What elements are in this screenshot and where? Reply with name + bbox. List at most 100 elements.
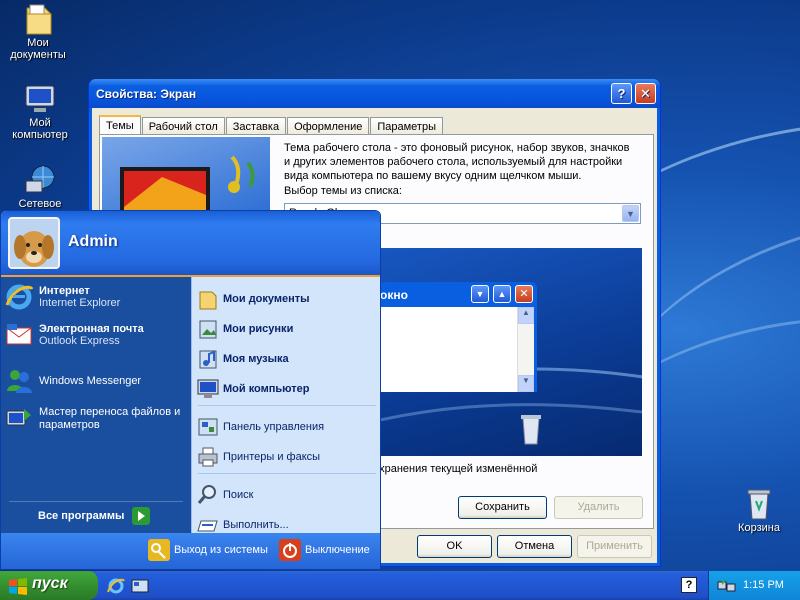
start-item-label: Мои документы [223,293,310,305]
desktop-icon-recycle-bin[interactable]: Корзина [724,487,794,534]
theme-thumbnail [102,137,270,215]
start-item-title: Windows Messenger [39,375,142,387]
my-computer-icon [23,82,57,114]
taskbar: пуск ? 1:15 PM [0,571,800,600]
arrow-right-icon [132,507,151,525]
internet-explorer-icon[interactable] [106,576,126,596]
start-item-messenger[interactable]: Windows Messenger [4,367,141,395]
delete-theme-button[interactable]: Удалить [554,496,643,519]
start-item-label: Принтеры и факсы [223,451,321,463]
user-avatar[interactable] [8,217,60,269]
start-item-printers[interactable]: Принтеры и факсы [196,445,320,469]
start-menu-footer: Выход из системы Выключение [1,533,380,569]
all-programs-button[interactable]: Все программы [38,505,151,527]
my-pictures-icon [196,317,220,341]
help-button[interactable]: ? [611,83,632,104]
my-computer-icon [196,377,220,401]
start-button[interactable]: пуск [0,571,98,600]
start-item-title: Электронная почта [39,323,144,335]
start-item-search[interactable]: Поиск [196,483,253,507]
save-theme-button[interactable]: Сохранить [458,496,547,519]
start-item-label: Моя музыка [223,353,289,365]
desktop-icon-my-computer[interactable]: Мой компьютер [5,82,75,141]
start-item-subtitle: Internet Explorer [39,297,121,309]
start-menu-left-column: Интернет Internet Explorer Электронная п… [1,275,191,533]
close-button[interactable]: ✕ [635,83,656,104]
theme-description: Тема рабочего стола - это фоновый рисуно… [284,142,630,182]
help-tray-icon[interactable]: ? [681,577,697,593]
tab-themes[interactable]: Темы [99,115,141,136]
sample-scrollbar: ▲ ▼ [517,307,534,392]
start-item-my-music[interactable]: Моя музыка [196,347,289,371]
logoff-button[interactable]: Выход из системы [148,539,268,561]
chevron-down-icon[interactable]: ▼ [622,205,639,222]
all-programs-label: Все программы [38,510,125,522]
start-item-migration-wizard[interactable]: Мастер переноса файлов и параметров [4,405,184,433]
recycle-bin-icon [521,415,541,445]
desktop-icon-label: Корзина [738,522,780,534]
start-menu-right-column: Мои документы Мои рисунки Моя музыка Мой… [191,275,380,533]
cancel-button[interactable]: Отмена [497,535,572,558]
start-item-email[interactable]: Электронная почта Outlook Express [4,321,144,349]
start-item-label: Поиск [223,489,254,501]
logoff-label: Выход из системы [174,544,268,556]
start-label: пуск [32,575,68,592]
start-item-subtitle: Outlook Express [39,335,120,347]
apply-button[interactable]: Применить [577,535,652,558]
shutdown-label: Выключение [305,544,370,556]
tab-strip: Темы Рабочий стол Заставка Оформление Па… [99,115,444,136]
start-item-label: Мой компьютер [223,383,310,395]
system-tray: 1:15 PM [708,571,800,600]
start-item-my-pictures[interactable]: Мои рисунки [196,317,293,341]
recycle-bin-icon [742,487,776,520]
desktop-icon-label: Мой компьютер [12,117,68,141]
dialog-titlebar[interactable]: Свойства: Экран ? ✕ [89,79,660,108]
start-item-title: Мастер переноса файлов и параметров [39,406,181,431]
ok-button[interactable]: OK [417,535,492,558]
start-menu-divider [198,473,376,474]
desktop-icon-my-documents[interactable]: Мои документы [3,2,73,61]
sample-window: е окно ▼ ▲ ✕ е ▲ ▼ [364,282,537,392]
close-icon: ✕ [515,285,533,303]
start-item-label: Выполнить... [223,519,289,531]
internet-explorer-icon [4,283,34,311]
messenger-icon [4,367,34,395]
clock[interactable]: 1:15 PM [743,579,784,591]
maximize-icon: ▲ [493,285,511,303]
start-menu-divider [198,405,376,406]
start-item-title: Интернет [39,285,90,297]
start-item-my-computer[interactable]: Мой компьютер [196,377,310,401]
outlook-express-icon [4,321,34,349]
minimize-icon: ▼ [471,285,489,303]
start-item-internet[interactable]: Интернет Internet Explorer [4,283,120,311]
user-name: Admin [68,233,118,250]
start-item-my-documents[interactable]: Мои документы [196,287,310,311]
dialog-title: Свойства: Экран [96,87,197,101]
my-music-icon [196,347,220,371]
search-icon [196,483,220,507]
desktop-icon-label: Мои документы [10,37,66,61]
my-documents-icon [21,2,55,35]
show-desktop-icon[interactable] [130,576,150,596]
power-icon [279,539,301,561]
start-menu-header: Admin [1,211,380,275]
my-documents-icon [196,287,220,311]
key-icon [148,539,170,561]
printer-icon [196,445,220,469]
start-menu-divider [9,501,183,502]
control-panel-icon [196,415,220,439]
desktop-icon-label: Сетевое [18,198,62,210]
start-menu: Admin Интернет Internet Explorer Электро… [0,210,381,570]
start-item-label: Панель управления [223,421,325,433]
quick-launch [106,576,150,596]
windows-logo-icon [9,578,27,595]
network-tray-icon[interactable] [717,578,737,594]
theme-select-label: Выбор темы из списка: [284,185,402,197]
shutdown-button[interactable]: Выключение [279,539,370,561]
network-icon [23,163,57,195]
start-item-label: Мои рисунки [223,323,294,335]
migration-wizard-icon [4,405,34,433]
sample-window-body: е ▲ ▼ [367,307,534,392]
start-item-control-panel[interactable]: Панель управления [196,415,324,439]
desktop-icon-network[interactable]: Сетевое [5,163,75,210]
